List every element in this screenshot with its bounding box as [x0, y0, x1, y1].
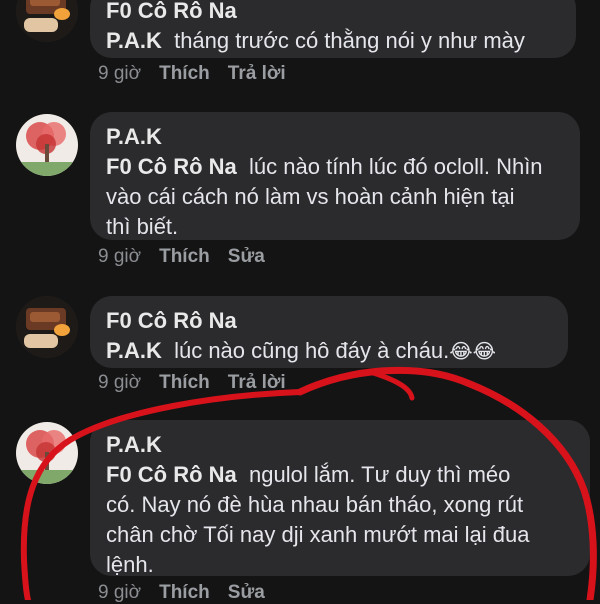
comment-text: F0 Cô Rô Na lúc nào tính lúc đó ocloll. … — [106, 154, 543, 239]
food-avatar-icon — [16, 0, 78, 42]
laughing-emoji-icon: 😂😂 — [449, 339, 497, 363]
comment-mention[interactable]: F0 Cô Rô Na — [106, 462, 237, 487]
comment-bubble: P.A.K F0 Cô Rô Na ngulol lắm. Tư duy thì… — [90, 420, 590, 577]
edit-button[interactable]: Sửa — [228, 582, 265, 604]
like-button[interactable]: Thích — [159, 372, 210, 394]
reply-button[interactable]: Trả lời — [228, 63, 286, 85]
comment-time: 9 giờ — [98, 63, 142, 84]
comment-bubble: F0 Cô Rô Na P.A.K tháng trước có thằng n… — [90, 0, 576, 58]
comment-author[interactable]: P.A.K — [106, 122, 564, 152]
like-button[interactable]: Thích — [159, 582, 210, 604]
tree-avatar-icon — [16, 422, 78, 484]
food-avatar-icon — [16, 296, 78, 358]
comment-author[interactable]: P.A.K — [106, 430, 574, 460]
avatar[interactable] — [16, 422, 78, 484]
like-button[interactable]: Thích — [159, 246, 210, 268]
comment-text: P.A.K tháng trước có thằng nói y như mày — [106, 28, 525, 53]
like-button[interactable]: Thích — [159, 63, 210, 85]
comment-author[interactable]: F0 Cô Rô Na — [106, 0, 560, 26]
comment-mention[interactable]: P.A.K — [106, 338, 162, 363]
comment-text: P.A.K lúc nào cũng hô đáy à cháu.😂😂 — [106, 338, 497, 363]
comment-time: 9 giờ — [98, 246, 142, 267]
reply-button[interactable]: Trả lời — [228, 372, 286, 394]
comment-time: 9 giờ — [98, 372, 142, 393]
comment-bubble: F0 Cô Rô Na P.A.K lúc nào cũng hô đáy à … — [90, 296, 568, 368]
tree-avatar-icon — [16, 114, 78, 176]
comment-meta: 9 giờ Thích Trả lời — [98, 63, 304, 85]
avatar[interactable] — [16, 296, 78, 358]
comment-meta: 9 giờ Thích Sửa — [98, 246, 283, 268]
comment-mention[interactable]: P.A.K — [106, 28, 162, 53]
comment-bubble: P.A.K F0 Cô Rô Na lúc nào tính lúc đó oc… — [90, 112, 580, 240]
comment-mention[interactable]: F0 Cô Rô Na — [106, 154, 237, 179]
edit-button[interactable]: Sửa — [228, 246, 265, 268]
comment-meta: 9 giờ Thích Sửa — [98, 582, 283, 604]
comment-meta: 9 giờ Thích Trả lời — [98, 372, 304, 394]
comment-time: 9 giờ — [98, 582, 142, 603]
avatar[interactable] — [16, 0, 78, 42]
avatar[interactable] — [16, 114, 78, 176]
comment-author[interactable]: F0 Cô Rô Na — [106, 306, 552, 336]
comment-text: F0 Cô Rô Na ngulol lắm. Tư duy thì méo c… — [106, 462, 530, 577]
